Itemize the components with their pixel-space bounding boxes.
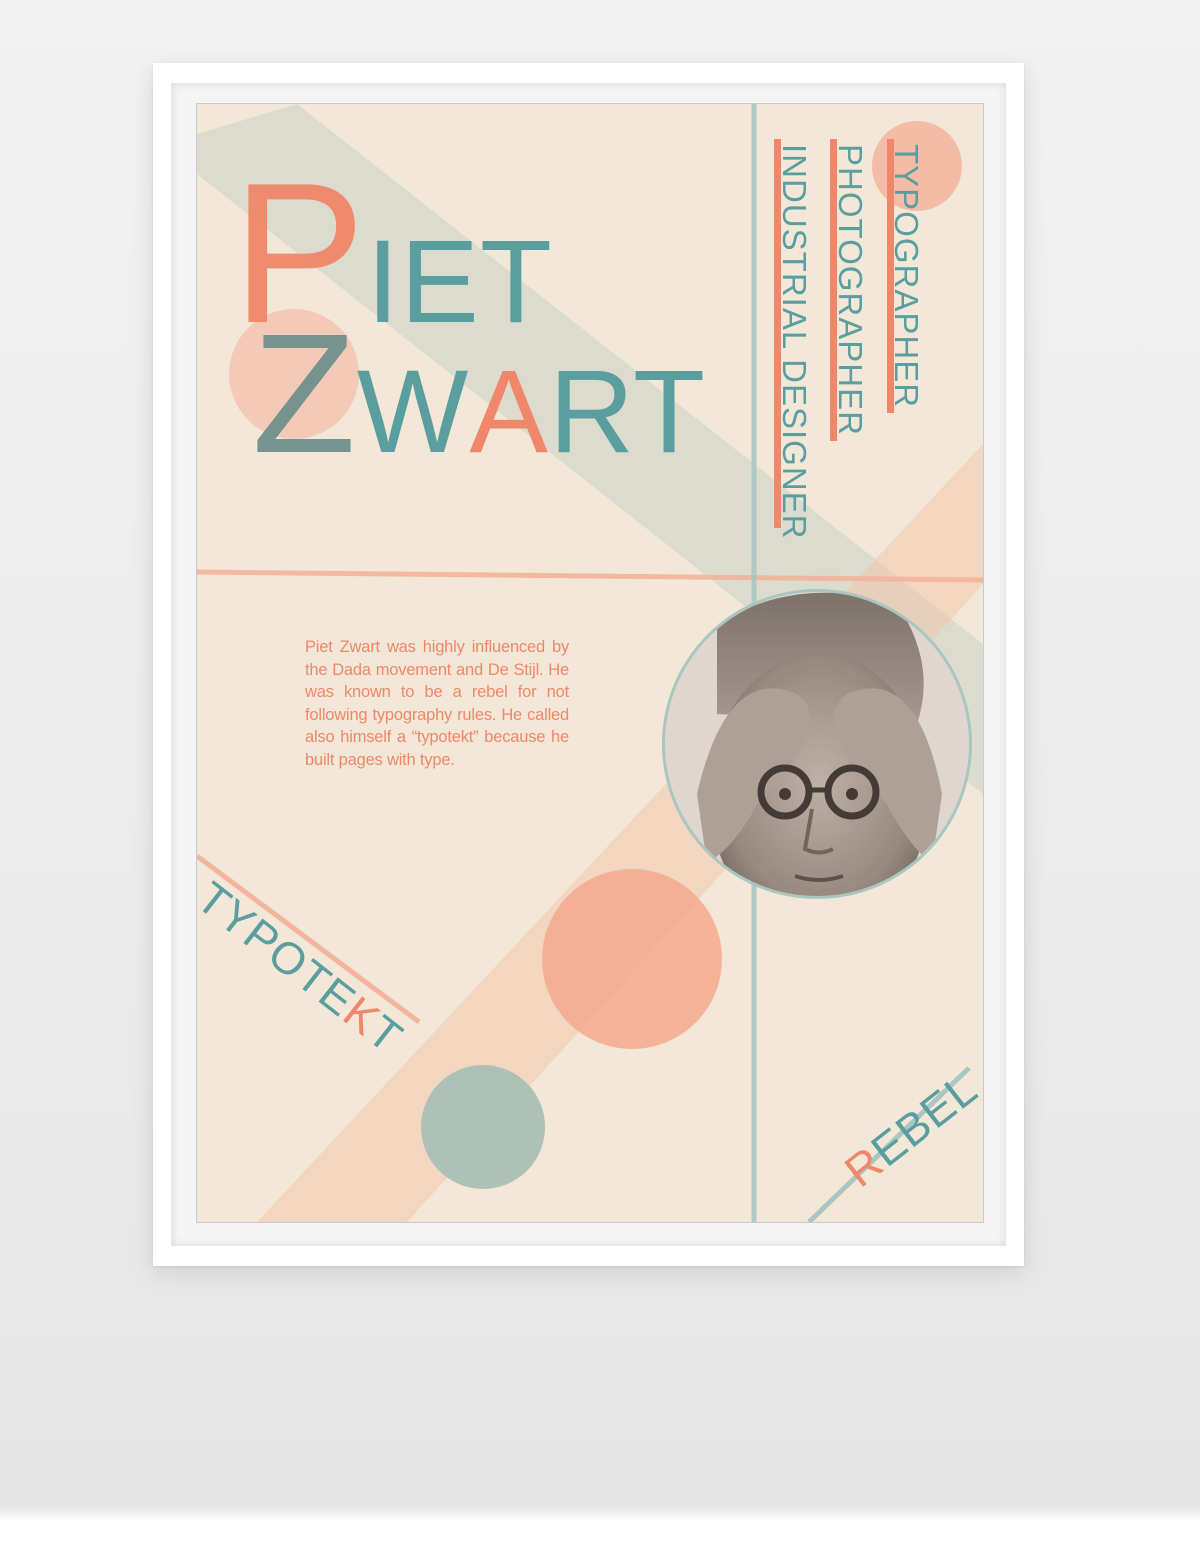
coral-circle [542,869,722,1049]
bio-paragraph: Piet Zwart was highly influenced by the … [305,638,569,769]
title-rt: RT [548,346,707,478]
grey-circle [421,1065,545,1189]
title-w: W [356,346,470,478]
role-typographer: TYPOGRAPHER [888,144,925,409]
title-first-name: PIET [232,154,553,354]
role-industrial-designer: INDUSTRIAL DESIGNER [776,144,813,540]
title-cap-z: Z [252,299,357,489]
title-last-name: ZWART [252,309,706,479]
role-photographer: PHOTOGRAPHER [832,144,869,436]
poster: PIET ZWART TYPOGRAPHER PHOTOGRAPHER INDU… [197,104,983,1222]
title-accent-a: A [469,346,549,478]
